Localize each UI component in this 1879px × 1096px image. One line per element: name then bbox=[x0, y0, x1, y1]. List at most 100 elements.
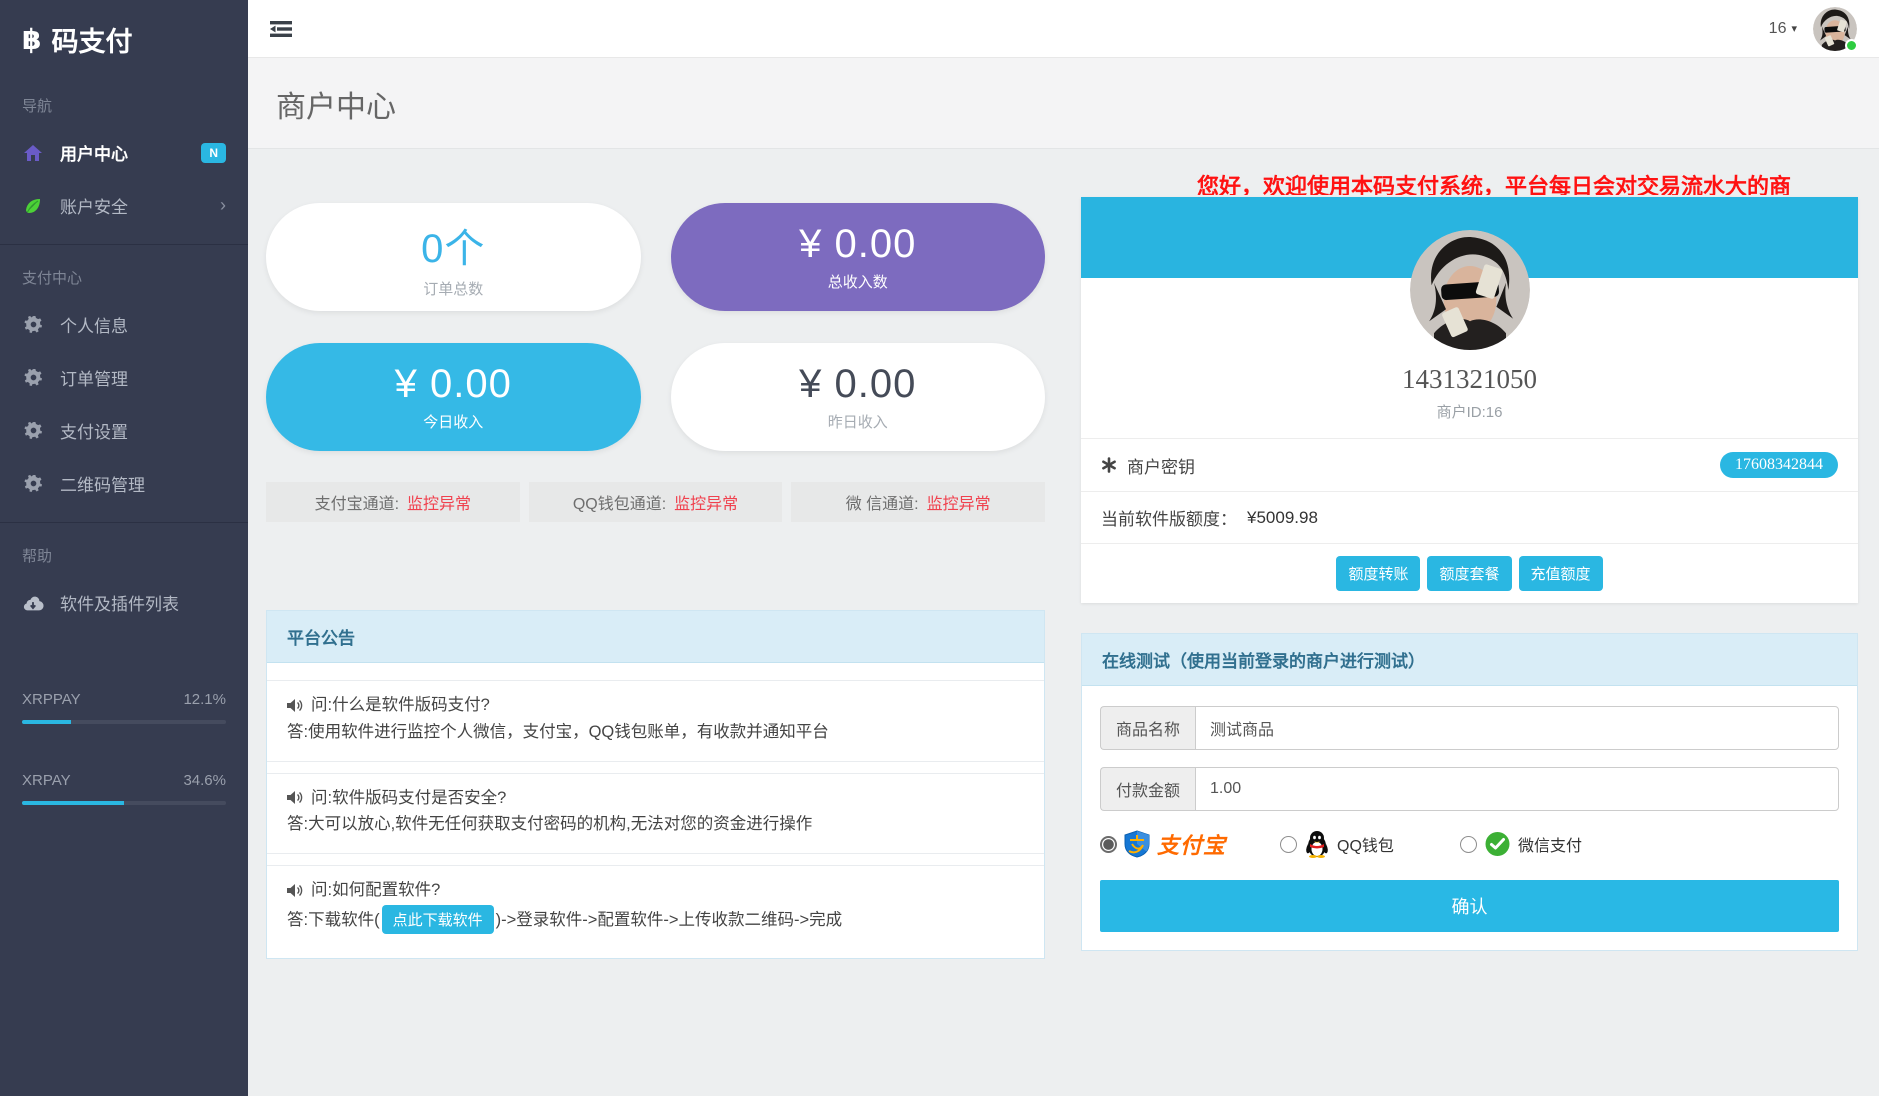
status-abnormal: 监控异常 bbox=[407, 490, 471, 514]
stat-card-total-orders: 0个 订单总数 bbox=[266, 203, 641, 311]
quota-label: 当前软件版额度： bbox=[1101, 505, 1237, 530]
status-abnormal: 监控异常 bbox=[927, 490, 991, 514]
amount-input[interactable] bbox=[1195, 767, 1839, 811]
stat-card-today-income: ¥ 0.00 今日收入 bbox=[266, 343, 641, 451]
stat-label: 总收入数 bbox=[828, 271, 888, 292]
question-text: 问:软件版码支付是否安全? bbox=[311, 786, 506, 811]
caret-down-icon: ▾ bbox=[1791, 22, 1797, 35]
notification-count: 16 bbox=[1769, 20, 1787, 38]
notification-dropdown[interactable]: 16 ▾ bbox=[1769, 20, 1797, 38]
announcement-list: 问:什么是软件版码支付? 答:使用软件进行监控个人微信，支付宝，QQ钱包账单，有… bbox=[267, 663, 1044, 958]
progress-xrppay: XRPPAY 12.1% bbox=[0, 665, 248, 724]
method-wechat-pay[interactable]: 微信支付 bbox=[1460, 831, 1582, 858]
qq-radio[interactable] bbox=[1280, 836, 1297, 853]
wechat-pay-label: 微信支付 bbox=[1518, 832, 1582, 856]
sidebar-item-software-list[interactable]: 软件及插件列表 bbox=[0, 576, 248, 629]
channel-alipay-status: 支付宝通道: 监控异常 bbox=[266, 482, 520, 522]
answer-prefix: 答:下载软件( bbox=[287, 911, 380, 929]
sidebar-item-account-safety[interactable]: 账户安全 › bbox=[0, 179, 248, 232]
progress-label: XRPAY bbox=[22, 772, 71, 789]
app-logo-text: 码支付 bbox=[51, 20, 132, 59]
asterisk-icon bbox=[1101, 457, 1117, 473]
user-avatar[interactable] bbox=[1813, 7, 1857, 51]
sidebar-section-help: 帮助 bbox=[0, 523, 248, 576]
online-test-title: 在线测试（使用当前登录的商户进行测试） bbox=[1082, 634, 1857, 686]
app-logo[interactable]: ฿ 码支付 bbox=[0, 0, 248, 73]
quota-transfer-button[interactable]: 额度转账 bbox=[1336, 556, 1420, 591]
product-name-label: 商品名称 bbox=[1100, 706, 1195, 750]
download-software-button[interactable]: 点此下载软件 bbox=[382, 905, 494, 934]
channel-label: QQ钱包通道: bbox=[573, 490, 666, 514]
sidebar-item-label: 账户安全 bbox=[60, 193, 128, 218]
sidebar-item-user-center[interactable]: 用户中心 N bbox=[0, 126, 248, 179]
progress-fill bbox=[22, 801, 124, 805]
confirm-button[interactable]: 确认 bbox=[1100, 880, 1839, 932]
sidebar-item-label: 软件及插件列表 bbox=[60, 590, 179, 615]
merchant-key-row: 商户密钥 17608342844 bbox=[1081, 438, 1858, 491]
stat-value: ¥ 0.00 bbox=[799, 222, 916, 267]
method-qq-wallet[interactable]: QQ钱包 bbox=[1280, 830, 1460, 858]
quota-package-button[interactable]: 额度套餐 bbox=[1427, 556, 1511, 591]
merchant-card: 1431321050 商户ID:16 商户密钥 17608342844 当前软件… bbox=[1081, 197, 1858, 603]
alipay-logo-icon bbox=[1124, 830, 1150, 858]
merchant-quota-row: 当前软件版额度： ¥5009.98 bbox=[1081, 491, 1858, 543]
gear-icon bbox=[22, 314, 44, 336]
stat-label: 昨日收入 bbox=[828, 411, 888, 432]
answer-text: 答:使用软件进行监控个人微信，支付宝，QQ钱包账单，有收款并通知平台 bbox=[287, 720, 1024, 745]
new-badge: N bbox=[201, 143, 226, 163]
answer-text: 答:下载软件(点此下载软件)->登录软件->配置软件->上传收款二维码->完成 bbox=[287, 905, 1024, 934]
chevron-right-icon: › bbox=[220, 195, 226, 216]
merchant-name: 1431321050 bbox=[1081, 364, 1858, 395]
sidebar-item-label: 二维码管理 bbox=[60, 471, 145, 496]
sidebar-item-label: 支付设置 bbox=[60, 418, 128, 443]
payment-methods: 支付宝 QQ钱包 微信支付 bbox=[1100, 828, 1839, 860]
quota-recharge-button[interactable]: 充值额度 bbox=[1519, 556, 1603, 591]
progress-bar bbox=[22, 801, 226, 805]
channel-label: 支付宝通道: bbox=[315, 490, 399, 514]
product-name-input[interactable] bbox=[1195, 706, 1839, 750]
online-status-dot bbox=[1845, 39, 1858, 52]
sidebar-item-qrcode-mgmt[interactable]: 二维码管理 bbox=[0, 457, 248, 510]
online-test-panel: 在线测试（使用当前登录的商户进行测试） 商品名称 付款金额 bbox=[1081, 633, 1858, 951]
progress-value: 34.6% bbox=[183, 772, 226, 789]
sidebar-collapse-icon[interactable] bbox=[270, 20, 292, 38]
channel-label: 微 信通道: bbox=[846, 490, 919, 514]
sidebar-item-pay-settings[interactable]: 支付设置 bbox=[0, 404, 248, 457]
wechat-radio[interactable] bbox=[1460, 836, 1477, 853]
sidebar-section-nav: 导航 bbox=[0, 73, 248, 126]
merchant-avatar[interactable] bbox=[1410, 230, 1530, 350]
channel-status-bar: 支付宝通道: 监控异常 QQ钱包通道: 监控异常 微 信通道: 监控异常 bbox=[266, 482, 1045, 522]
leaf-icon bbox=[22, 195, 44, 217]
progress-label: XRPPAY bbox=[22, 691, 81, 708]
page-header: 商户中心 bbox=[248, 58, 1879, 149]
merchant-key-label: 商户密钥 bbox=[1127, 453, 1195, 478]
stat-value: 0个 bbox=[421, 216, 485, 274]
sidebar-item-label: 用户中心 bbox=[60, 140, 128, 165]
stat-label: 今日收入 bbox=[423, 411, 483, 432]
alipay-wordmark: 支付宝 bbox=[1157, 828, 1226, 860]
amount-label: 付款金额 bbox=[1100, 767, 1195, 811]
announcement-title: 平台公告 bbox=[267, 611, 1044, 663]
announcement-item: 问:软件版码支付是否安全? 答:大可以放心,软件无任何获取支付密码的机构,无法对… bbox=[267, 773, 1044, 855]
wechat-pay-icon bbox=[1484, 831, 1511, 858]
method-alipay[interactable]: 支付宝 bbox=[1100, 828, 1280, 860]
stat-value: ¥ 0.00 bbox=[799, 362, 916, 407]
sidebar-item-personal-info[interactable]: 个人信息 bbox=[0, 298, 248, 351]
qq-wallet-label: QQ钱包 bbox=[1337, 832, 1394, 856]
progress-fill bbox=[22, 720, 71, 724]
announcement-item: 问:什么是软件版码支付? 答:使用软件进行监控个人微信，支付宝，QQ钱包账单，有… bbox=[267, 680, 1044, 762]
welcome-marquee: 您好，欢迎使用本码支付系统，平台每日会对交易流水大的商 bbox=[1081, 169, 1858, 195]
gear-icon bbox=[22, 367, 44, 389]
channel-wechat-status: 微 信通道: 监控异常 bbox=[791, 482, 1045, 522]
home-icon bbox=[22, 142, 44, 164]
sidebar-item-label: 个人信息 bbox=[60, 312, 128, 337]
stat-card-total-income: ¥ 0.00 总收入数 bbox=[671, 203, 1046, 311]
sidebar-item-order-mgmt[interactable]: 订单管理 bbox=[0, 351, 248, 404]
sidebar-section-pay-center: 支付中心 bbox=[0, 245, 248, 298]
alipay-radio[interactable] bbox=[1100, 836, 1117, 853]
announcement-panel: 平台公告 问:什么是软件版码支付? 答:使用软件进行监控个人微信，支付宝，QQ钱… bbox=[266, 610, 1045, 959]
merchant-key-badge[interactable]: 17608342844 bbox=[1720, 452, 1838, 478]
stat-card-yesterday-income: ¥ 0.00 昨日收入 bbox=[671, 343, 1046, 451]
merchant-id: 商户ID:16 bbox=[1081, 401, 1858, 438]
channel-qq-status: QQ钱包通道: 监控异常 bbox=[529, 482, 783, 522]
